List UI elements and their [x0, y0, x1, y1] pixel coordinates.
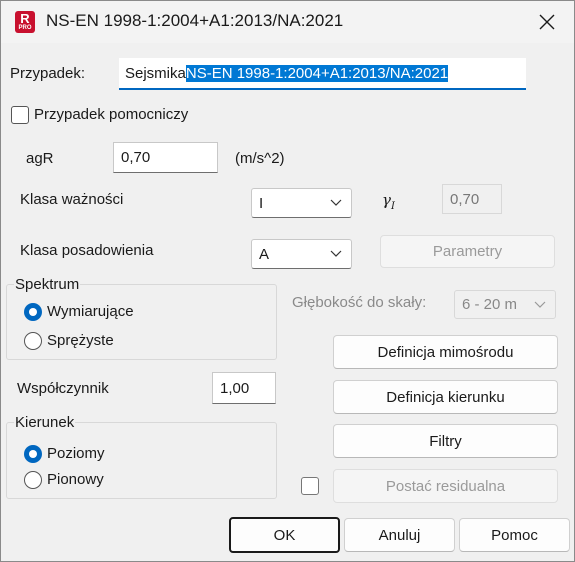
close-button[interactable] — [527, 7, 567, 37]
radio-sprezyste[interactable] — [24, 332, 42, 350]
wspolczynnik-label: Współczynnik — [17, 380, 109, 397]
klasa-posadowienia-value: A — [259, 245, 270, 263]
radio-wymiarujace[interactable] — [24, 303, 42, 321]
pionowy-label: Pionowy — [47, 471, 104, 488]
przypadek-pomocniczy-label: Przypadek pomocniczy — [34, 106, 189, 123]
klasa-posadowienia-label: Klasa posadowienia — [20, 242, 154, 259]
dialog-window: R PRO NS-EN 1998-1:2004+A1:2013/NA:2021 … — [0, 0, 575, 562]
close-icon — [539, 14, 555, 30]
spektrum-title: Spektrum — [14, 276, 81, 293]
title-bar[interactable]: R PRO NS-EN 1998-1:2004+A1:2013/NA:2021 — [1, 1, 574, 43]
poziomy-label: Poziomy — [47, 445, 105, 462]
klasa-waznosci-value: I — [259, 194, 264, 212]
pomoc-button[interactable]: Pomoc — [459, 518, 570, 552]
definicja-kierunku-button[interactable]: Definicja kierunku — [333, 380, 558, 414]
radio-poziomy[interactable] — [24, 445, 42, 463]
klasa-waznosci-select[interactable]: I — [251, 188, 352, 218]
gamma-i-label: γI — [382, 191, 395, 212]
glebokosc-value: 6 - 20 m — [462, 296, 518, 313]
postac-residualna-button[interactable]: Postać residualna — [333, 469, 558, 503]
definicja-mimosrodu-button[interactable]: Definicja mimośrodu — [333, 335, 558, 369]
chevron-down-icon — [534, 301, 546, 308]
ok-button[interactable]: OK — [229, 517, 340, 553]
przypadek-value-selected: NS-EN 1998-1:2004+A1:2013/NA:2021 — [185, 64, 449, 82]
glebokosc-select: 6 - 20 m — [454, 290, 556, 319]
agr-unit-label: (m/s^2) — [235, 150, 285, 167]
przypadek-value-plain: Sejsmika — [125, 64, 186, 82]
chevron-down-icon — [330, 250, 342, 257]
przypadek-pomocniczy-checkbox[interactable] — [11, 106, 29, 124]
kierunek-title: Kierunek — [14, 414, 76, 431]
klasa-posadowienia-select[interactable]: A — [251, 239, 352, 269]
postac-residualna-checkbox[interactable] — [301, 477, 319, 495]
sprezyste-label: Sprężyste — [47, 332, 114, 349]
filtry-button[interactable]: Filtry — [333, 424, 558, 458]
anuluj-button[interactable]: Anuluj — [344, 518, 455, 552]
window-title: NS-EN 1998-1:2004+A1:2013/NA:2021 — [46, 11, 344, 30]
glebokosc-label: Głębokość do skały: — [292, 294, 427, 311]
radio-pionowy[interactable] — [24, 471, 42, 489]
gamma-i-value-field: 0,70 — [442, 184, 502, 214]
agr-label: agR — [26, 150, 54, 167]
klasa-waznosci-label: Klasa ważności — [20, 191, 124, 208]
przypadek-label: Przypadek: — [10, 65, 86, 82]
revit-pro-app-icon: R PRO — [15, 11, 35, 33]
parametry-button[interactable]: Parametry — [380, 235, 555, 268]
wymiarujace-label: Wymiarujące — [47, 303, 134, 320]
chevron-down-icon — [330, 199, 342, 206]
wspolczynnik-input[interactable]: 1,00 — [212, 372, 276, 404]
przypadek-input[interactable]: Sejsmika NS-EN 1998-1:2004+A1:2013/NA:202… — [119, 58, 526, 90]
agr-input[interactable]: 0,70 — [113, 142, 218, 173]
